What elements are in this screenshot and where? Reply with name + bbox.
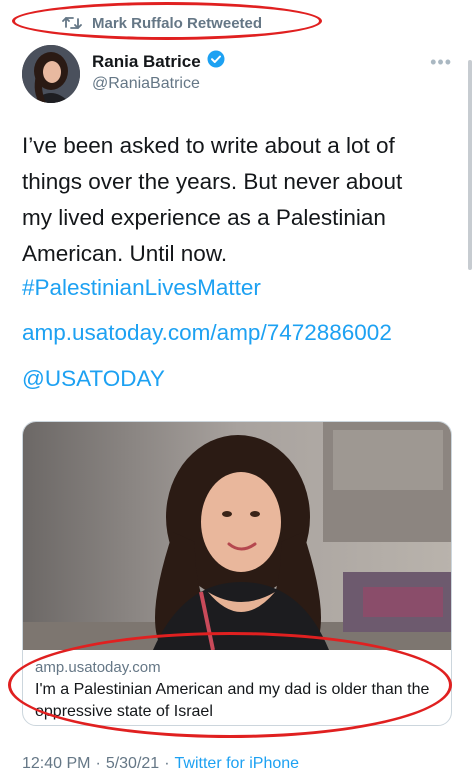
author-name-row[interactable]: Rania Batrice	[92, 50, 225, 73]
card-title: I'm a Palestinian American and my dad is…	[35, 681, 430, 720]
retweet-context[interactable]: Mark Ruffalo Retweeted	[62, 10, 262, 36]
meta-separator: ·	[164, 755, 170, 772]
retweet-label: Mark Ruffalo Retweeted	[92, 14, 263, 32]
display-name: Rania Batrice	[92, 51, 201, 71]
verified-badge-icon	[207, 50, 225, 73]
card-domain: amp.usatoday.com	[35, 659, 161, 676]
avatar[interactable]	[22, 45, 80, 103]
scrollbar[interactable]	[468, 60, 472, 270]
link-preview-card[interactable]: amp.usatoday.com I'm a Palestinian Ameri…	[22, 421, 452, 726]
tweet-date: 5/30/21	[105, 755, 160, 772]
meta-separator: ·	[95, 755, 101, 772]
card-photo	[23, 422, 451, 651]
author-handle[interactable]: @RaniaBatrice	[92, 75, 200, 93]
mention-link[interactable]: @USATODAY	[22, 366, 165, 392]
tweet-time: 12:40 PM	[22, 755, 91, 772]
tweet-source-link[interactable]: Twitter for iPhone	[175, 755, 300, 773]
hashtag-link[interactable]: #PalestinianLivesMatter	[22, 275, 261, 301]
tweet-body-text: I’ve been asked to write about a lot of …	[22, 133, 403, 266]
retweet-icon	[62, 14, 82, 32]
article-url-link[interactable]: amp.usatoday.com/amp/7472886002	[22, 320, 392, 346]
tweet-meta: 12:40 PM · 5/30/21 · Twitter for iPhone	[22, 755, 299, 773]
more-options-icon[interactable]: •••	[430, 52, 452, 73]
